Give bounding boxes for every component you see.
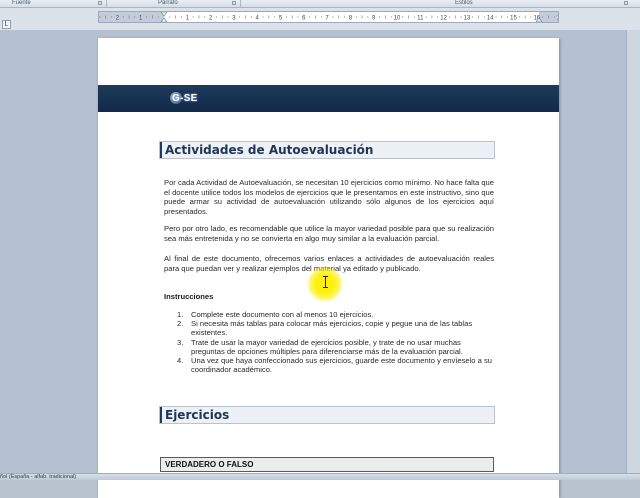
ribbon-separator — [106, 0, 107, 7]
ruler-label: 10 — [394, 16, 401, 22]
section-title: Ejercicios — [165, 408, 230, 422]
ruler-label: 1 — [186, 16, 190, 22]
list-item: 1. Complete este documento con al menos 1… — [177, 310, 374, 319]
list-item: 4. Una vez que haya confeccionado sus eje… — [177, 356, 492, 375]
ruler-label: 14 — [487, 16, 494, 22]
font-dialog-launcher-icon[interactable] — [98, 1, 102, 5]
section-title: Actividades de Autoevaluación — [165, 143, 374, 157]
paragraph-1: Por cada Actividad de Autoevaluación, se… — [164, 178, 494, 216]
styles-dialog-launcher-icon[interactable] — [624, 1, 628, 5]
true-false-table-header[interactable]: VERDADERO O FALSO — [160, 457, 494, 472]
ruler-label: 9 — [372, 16, 376, 22]
paragraph-2: Pero por otro lado, es recomendable que … — [164, 224, 494, 243]
ribbon-group-paragraph-label: Párrafo — [158, 0, 178, 6]
ruler-label: 15 — [510, 16, 517, 22]
ribbon-separator — [240, 0, 241, 7]
document-area[interactable]: G-SE Actividades de Autoevaluación Por c… — [0, 30, 640, 498]
ruler-ticks: 3211234567891011121314151617 — [99, 12, 558, 22]
ruler-label: 12 — [440, 16, 447, 22]
ruler-label: 5 — [279, 16, 283, 22]
horizontal-ruler[interactable]: 3211234567891011121314151617 — [98, 11, 559, 23]
instructions-list: 1. Complete este documento con al menos 1… — [164, 310, 496, 374]
section-heading-ejercicios: Ejercicios — [159, 406, 495, 424]
paragraph-dialog-launcher-icon[interactable] — [232, 1, 236, 5]
first-line-indent-marker[interactable] — [160, 12, 168, 17]
ribbon-group-styles-label: Estilos — [455, 0, 473, 6]
ruler-label: 17 — [557, 16, 558, 22]
ruler-label: 4 — [256, 16, 260, 22]
ruler-label: 6 — [302, 16, 306, 22]
gse-logo: G-SE — [170, 92, 198, 104]
instructions-heading: Instrucciones — [164, 292, 214, 301]
ribbon-group-font-label: Fuente — [12, 0, 31, 6]
ruler-label: 1 — [139, 16, 143, 22]
ruler-label: 13 — [464, 16, 471, 22]
hanging-indent-marker[interactable] — [160, 17, 168, 22]
list-item: 3. Trate de usar la mayor variedad de eje… — [177, 337, 463, 356]
ruler-label: 8 — [349, 16, 353, 22]
ribbon-group-labels: Fuente Párrafo Estilos — [0, 0, 640, 8]
text-cursor-icon — [323, 276, 328, 288]
ruler-label: 7 — [325, 16, 329, 22]
tab-selector-button[interactable]: L — [2, 20, 11, 29]
list-item: 2. Si necesita más tablas para colocar má… — [177, 319, 473, 338]
section-heading-autoevaluacion: Actividades de Autoevaluación — [159, 141, 495, 159]
ruler-label: 11 — [417, 16, 424, 22]
ruler-label: 2 — [116, 16, 120, 22]
header-banner: G-SE — [98, 85, 559, 112]
ruler-label: 2 — [209, 16, 213, 22]
status-language[interactable]: ñol (España - alfab. tradicional) — [0, 474, 76, 480]
ruler-label: 3 — [232, 16, 236, 22]
status-bar: ñol (España - alfab. tradicional) — [0, 473, 640, 480]
vertical-scrollbar[interactable] — [626, 30, 640, 473]
